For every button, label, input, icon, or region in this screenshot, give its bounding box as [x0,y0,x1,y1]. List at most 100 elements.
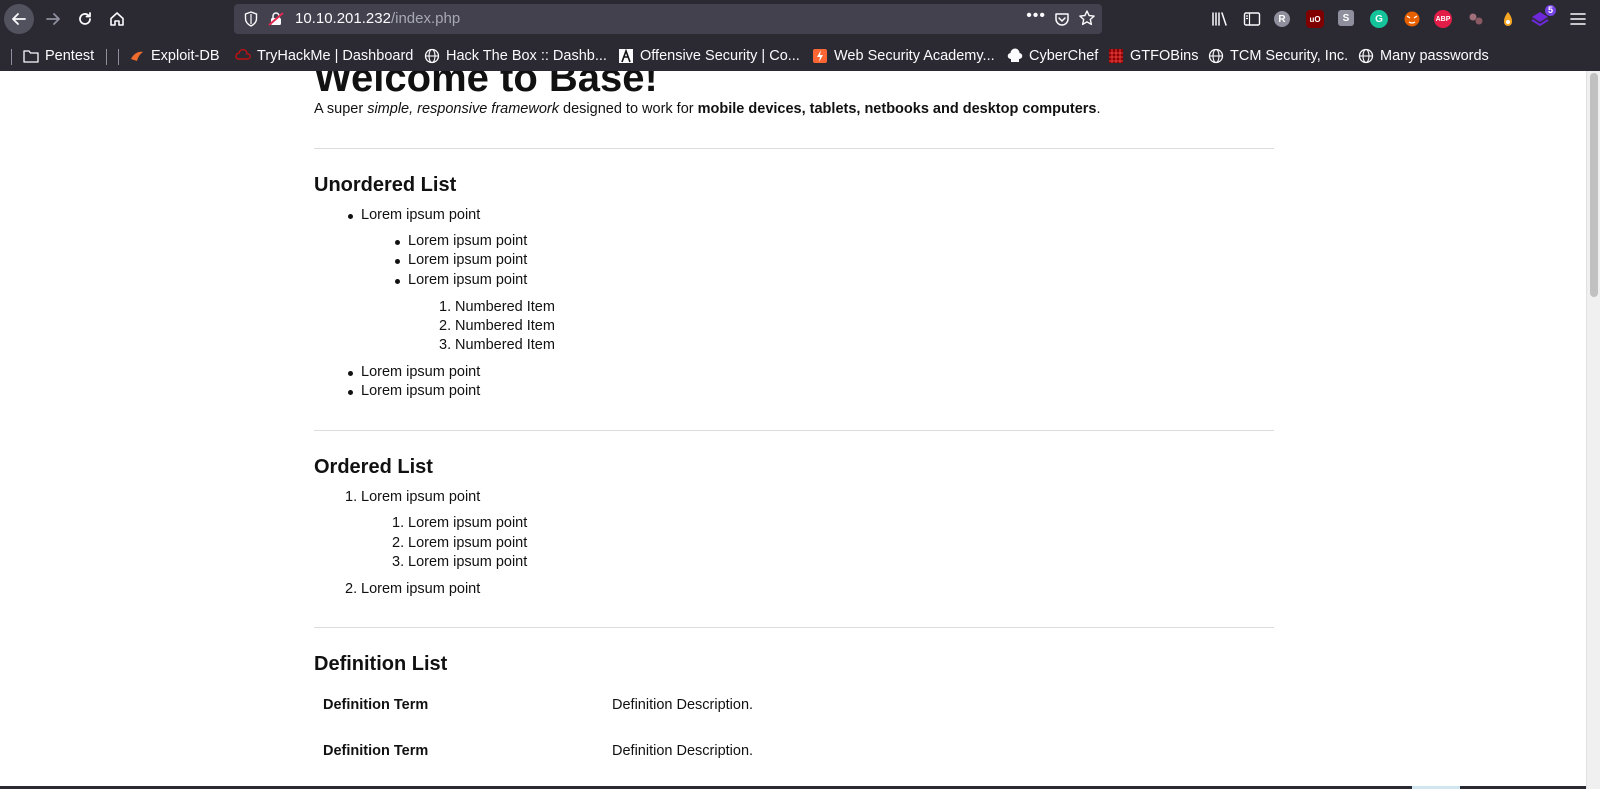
browser-chrome: 10.10.201.232/index.php ••• R uO S G ABP… [0,0,1600,71]
address-bar[interactable]: 10.10.201.232/index.php ••• [234,4,1102,34]
intro-text-3: . [1096,101,1101,117]
list-item: 2. Lorem ipsum point [345,581,481,597]
tryhackme-icon [235,48,251,64]
list-number: 1. [345,489,358,505]
intro-text-1: A super [314,101,368,117]
intro-strong: mobile devices, tablets, netbooks and de… [697,101,1097,117]
bookmark-label: TCM Security, Inc. [1230,48,1349,64]
bookmark-label: GTFOBins [1130,48,1199,64]
insecure-lock-icon[interactable] [268,11,284,27]
list-number: 3. [392,554,405,570]
sidebar-icon[interactable] [1242,9,1262,29]
list-number: 2. [392,535,405,551]
globe-icon [424,48,440,64]
list-number: 3. [439,337,452,353]
page-actions-menu-icon[interactable]: ••• [1026,7,1046,25]
bookmark-hackthebox[interactable]: Hack The Box :: Dashb... [424,46,607,66]
list-item: Lorem ipsum point [394,233,528,249]
list-item-text: Numbered Item [455,337,555,353]
wappalyzer-icon[interactable] [1498,9,1518,29]
url-text[interactable]: 10.10.201.232/index.php [295,10,460,27]
list-item-text: Lorem ipsum point [408,515,528,531]
bookmark-star-icon[interactable] [1078,9,1096,27]
adblock-plus-icon[interactable]: ABP [1434,10,1452,28]
list-item: 1. Numbered Item [439,299,555,315]
extension-badge-count: 5 [1544,5,1556,16]
definition-term: Definition Term [323,697,429,713]
library-icon[interactable] [1210,9,1230,29]
bookmark-label: TryHackMe | Dashboard [257,48,414,64]
web-page-viewport: Welcome to Base! A super simple, respons… [0,71,1586,789]
bookmarks-toolbar: Pentest Exploit-DB TryHackMe | Dashboard… [0,40,1600,70]
stylus-icon[interactable]: S [1338,10,1354,26]
bookmark-label: Exploit-DB [151,48,220,64]
grammarly-icon[interactable]: G [1370,10,1388,28]
reload-button[interactable] [70,4,100,34]
definition-term: Definition Term [323,743,429,759]
globe-icon [1208,48,1224,64]
gtfobins-icon [1108,48,1124,64]
bookmark-cyberchef[interactable]: CyberChef [1007,46,1098,66]
bookmark-label: CyberChef [1029,48,1099,64]
bookmark-pentest-folder[interactable]: Pentest [23,46,94,66]
definition-description: Definition Description. [612,697,754,713]
bookmark-web-security-academy[interactable]: Web Security Academy... [812,46,995,66]
cookie-editor-icon[interactable] [1466,9,1486,29]
multi-account-icon[interactable]: 5 [1530,5,1556,29]
pocket-icon[interactable] [1054,11,1070,27]
list-number: 1. [392,515,405,531]
home-icon [110,12,124,26]
back-arrow-icon [12,13,26,25]
list-item: Lorem ipsum point [394,272,528,288]
tracking-protection-shield-icon[interactable] [244,11,258,27]
exploit-db-icon [129,48,145,64]
globe-icon [1358,48,1374,64]
bookmark-tryhackme[interactable]: TryHackMe | Dashboard [235,46,413,66]
page-title: Welcome to Base! [314,71,658,100]
list-item-text: Lorem ipsum point [361,489,481,505]
reload-icon [79,12,91,25]
bookmark-many-passwords[interactable]: Many passwords [1358,46,1489,66]
foxyproxy-icon[interactable] [1402,9,1422,29]
list-item: 3. Lorem ipsum point [392,554,527,570]
list-item-text: Numbered Item [455,299,555,315]
intro-emphasis: simple, responsive framework [367,101,559,117]
intro-text-2: designed to work for [559,101,698,117]
definition-list-heading: Definition List [314,653,448,675]
chef-hat-icon [1007,48,1023,64]
folder-icon [23,48,39,64]
r-extension-icon[interactable]: R [1274,11,1290,27]
bookmark-label: Offensive Security | Co... [640,48,800,64]
list-item-text: Lorem ipsum point [408,535,528,551]
vertical-scrollbar[interactable] [1586,71,1600,789]
offsec-icon [618,48,634,64]
list-item: Lorem ipsum point [394,252,528,268]
definition-description: Definition Description. [612,743,754,759]
list-number: 1. [439,299,452,315]
unordered-list-heading: Unordered List [314,174,457,196]
list-item: 2. Numbered Item [439,318,555,334]
horizontal-rule [314,430,1274,431]
url-host: 10.10.201.232 [295,10,391,27]
forward-arrow-icon [46,13,60,25]
list-item: Lorem ipsum point [347,364,481,380]
ublock-icon[interactable]: uO [1306,10,1324,28]
bookmark-separator [106,49,107,65]
list-item-text: Lorem ipsum point [361,581,481,597]
bookmark-label: Many passwords [1380,48,1489,64]
bookmark-exploit-db[interactable]: Exploit-DB [129,46,220,66]
home-button[interactable] [102,4,132,34]
forward-button[interactable] [38,4,68,34]
bookmark-offensive-security[interactable]: Offensive Security | Co... [618,46,800,66]
intro-paragraph: A super simple, responsive framework des… [314,101,1101,117]
list-item: 1. Lorem ipsum point [345,489,481,505]
bookmark-tcm-security[interactable]: TCM Security, Inc. [1208,46,1348,66]
scrollbar-thumb[interactable] [1590,73,1598,297]
bookmark-gtfobins[interactable]: GTFOBins [1108,46,1198,66]
hamburger-menu-icon[interactable] [1568,9,1588,29]
portswigger-icon [812,48,828,64]
list-number: 2. [345,581,358,597]
bookmark-label: Pentest [45,48,95,64]
bookmark-label: Web Security Academy... [834,48,995,64]
back-button[interactable] [4,4,34,34]
